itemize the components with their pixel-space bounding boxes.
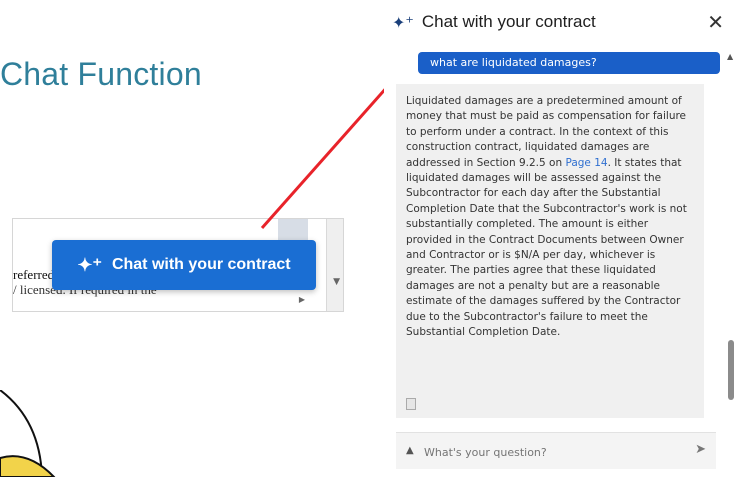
sparkle-icon: ✦⁺ [77,255,102,275]
chat-header: ✦⁺ Chat with your contract ✕ [392,10,732,34]
scroll-right-arrow-icon[interactable]: ▶ [299,295,305,304]
copy-icon[interactable] [406,398,416,410]
scroll-up-arrow-icon[interactable]: ▲ [727,52,733,61]
document-text-line: referred [13,267,55,282]
answer-text-part: . It states that liquidated damages will… [406,156,687,339]
user-message-bubble: what are liquidated damages? [418,52,720,74]
document-scrollbar[interactable] [326,219,343,311]
scroll-down-arrow-icon[interactable]: ▼ [333,277,340,287]
question-input[interactable] [422,441,686,463]
chat-scrollbar-thumb[interactable] [728,340,734,400]
chat-with-contract-button[interactable]: ✦⁺ Chat with your contract [52,240,316,290]
decorative-shape [0,390,56,477]
question-input-box[interactable]: ▲ ➤ [396,432,716,469]
chat-title: Chat with your contract [421,12,596,31]
chat-button-label: Chat with your contract [111,256,291,273]
close-icon[interactable]: ✕ [707,10,724,34]
assistant-answer-text: Liquidated damages are a predetermined a… [406,94,696,341]
slide-title: Chat Function [0,56,202,92]
sparkle-icon: ✦⁺ [392,12,414,32]
assistant-answer: Liquidated damages are a predetermined a… [396,84,704,418]
chat-panel: ✦⁺ Chat with your contract ✕ what are li… [384,0,738,477]
expand-up-icon[interactable]: ▲ [406,445,414,456]
page-link[interactable]: Page 14 [565,157,607,169]
send-icon[interactable]: ➤ [695,442,706,457]
